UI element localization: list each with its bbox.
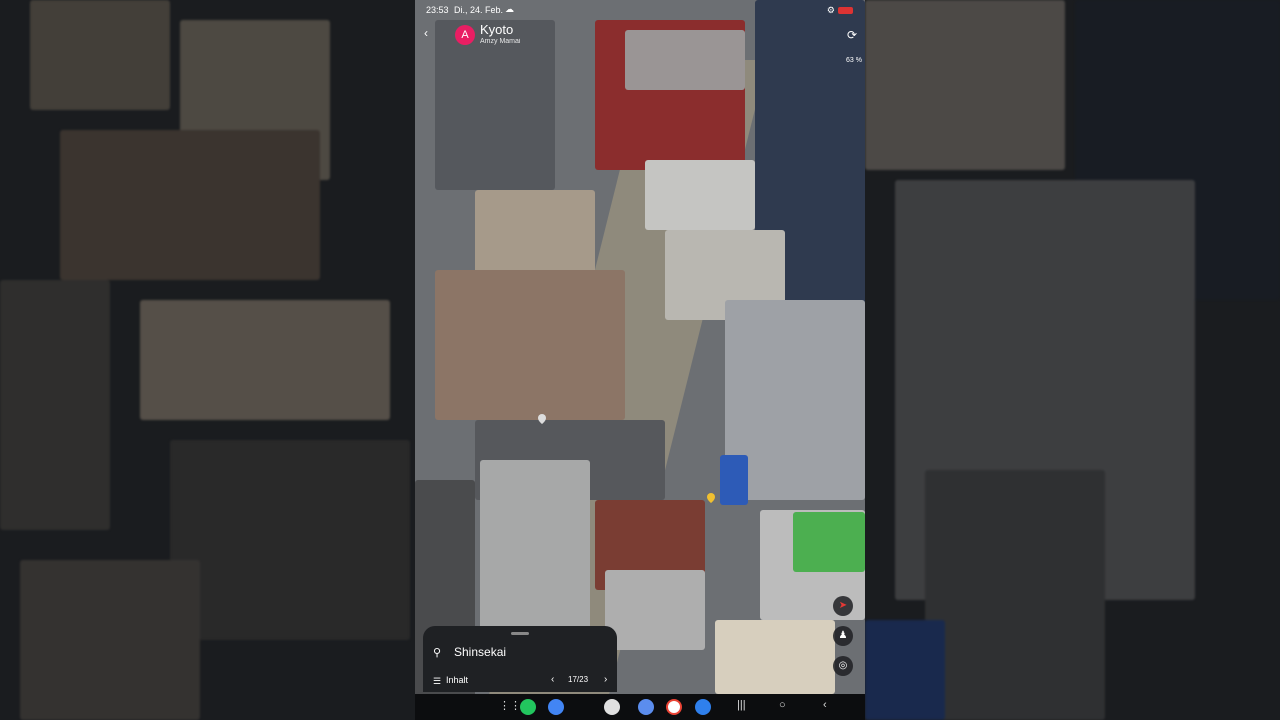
phone-screen: 23:53 Di., 24. Feb. ☁ ⚙ ‹ A Kyoto Amzy M… [415, 0, 865, 720]
back-nav-icon[interactable]: ‹ [823, 699, 827, 711]
list-icon[interactable]: ☰ [433, 676, 441, 687]
avatar[interactable]: A [455, 25, 475, 45]
drag-handle[interactable] [511, 632, 529, 635]
map-view[interactable] [415, 0, 865, 720]
pegman-icon[interactable]: ♟ [833, 626, 853, 646]
zoom-level: 63 % [846, 57, 862, 64]
slide-counter: 17/23 [568, 675, 589, 684]
app-grid-icon[interactable]: ⋮⋮ [499, 699, 521, 712]
cloud-icon: ☁ [505, 4, 514, 14]
status-time: 23:53 [426, 5, 449, 15]
chevron-left-icon[interactable]: ‹ [551, 674, 554, 685]
tour-header: ‹ A Kyoto Amzy Mamai ⟳ [415, 18, 865, 48]
phone-icon[interactable] [520, 699, 536, 715]
background-left [0, 0, 415, 720]
battery-icon [838, 7, 853, 15]
home-icon[interactable]: ○ [779, 699, 786, 711]
status-bar: 23:53 Di., 24. Feb. ☁ ⚙ [415, 0, 865, 20]
place-name: Shinsekai [454, 645, 507, 659]
tour-title: Kyoto [480, 22, 514, 37]
mail-icon[interactable] [695, 699, 711, 715]
recents-icon[interactable]: ||| [737, 699, 746, 711]
navigation-bar: ⋮⋮ ||| ○ ‹ [415, 694, 865, 720]
browser-icon[interactable] [638, 699, 654, 715]
system-icons: ⚙ [827, 5, 853, 16]
chrome-icon[interactable] [548, 699, 564, 715]
location-pin-icon[interactable] [538, 414, 546, 424]
compass-icon[interactable]: ➤ [833, 596, 853, 616]
location-pin-icon[interactable] [707, 493, 715, 503]
my-location-icon[interactable]: ◎ [833, 656, 853, 676]
location-pin-icon: ⚲ [433, 647, 442, 659]
back-icon[interactable]: ‹ [424, 26, 428, 40]
background-right [865, 0, 1280, 720]
camera-icon[interactable] [604, 699, 620, 715]
gmail-icon[interactable] [666, 699, 682, 715]
content-button[interactable]: Inhalt [446, 675, 468, 685]
place-sheet[interactable]: ⚲ Shinsekai ☰ Inhalt ‹ 17/23 › [423, 626, 617, 692]
refresh-icon[interactable]: ⟳ [847, 28, 857, 42]
status-date: Di., 24. Feb. [454, 5, 504, 15]
tour-author: Amzy Mamai [480, 38, 521, 45]
chevron-right-icon[interactable]: › [604, 674, 607, 685]
